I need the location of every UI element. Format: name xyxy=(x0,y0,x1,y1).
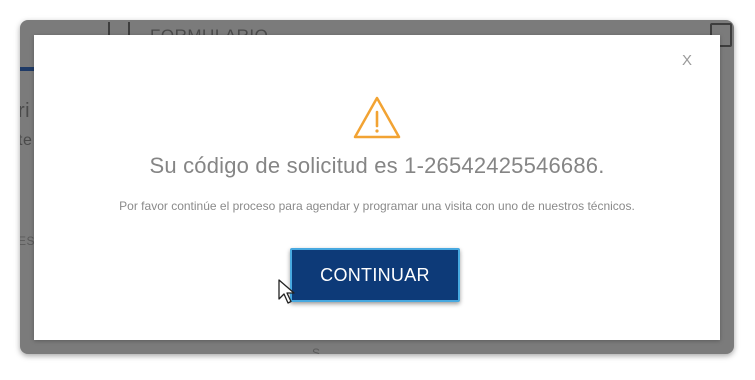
request-code-headline: Su código de solicitud es 1-265424255466… xyxy=(149,153,605,178)
bg-fragment-bottom: S xyxy=(312,346,321,354)
continue-button[interactable]: CONTINUAR xyxy=(290,248,460,302)
warning-triangle-icon xyxy=(353,96,401,139)
screen: FORMULARIO ri te ES S X Su código de sol… xyxy=(0,0,755,380)
bg-fragment-1: ri xyxy=(20,100,31,122)
close-button[interactable]: X xyxy=(682,52,692,69)
bg-fragment-2: te xyxy=(20,132,33,149)
mouse-cursor-icon xyxy=(278,279,295,304)
confirmation-modal: X Su código de solicitud es 1-2654242554… xyxy=(34,35,720,340)
tab-indicator xyxy=(20,67,34,71)
bg-fragment-3: ES xyxy=(20,234,36,248)
instruction-message: Por favor continúe el proceso para agend… xyxy=(119,199,635,213)
